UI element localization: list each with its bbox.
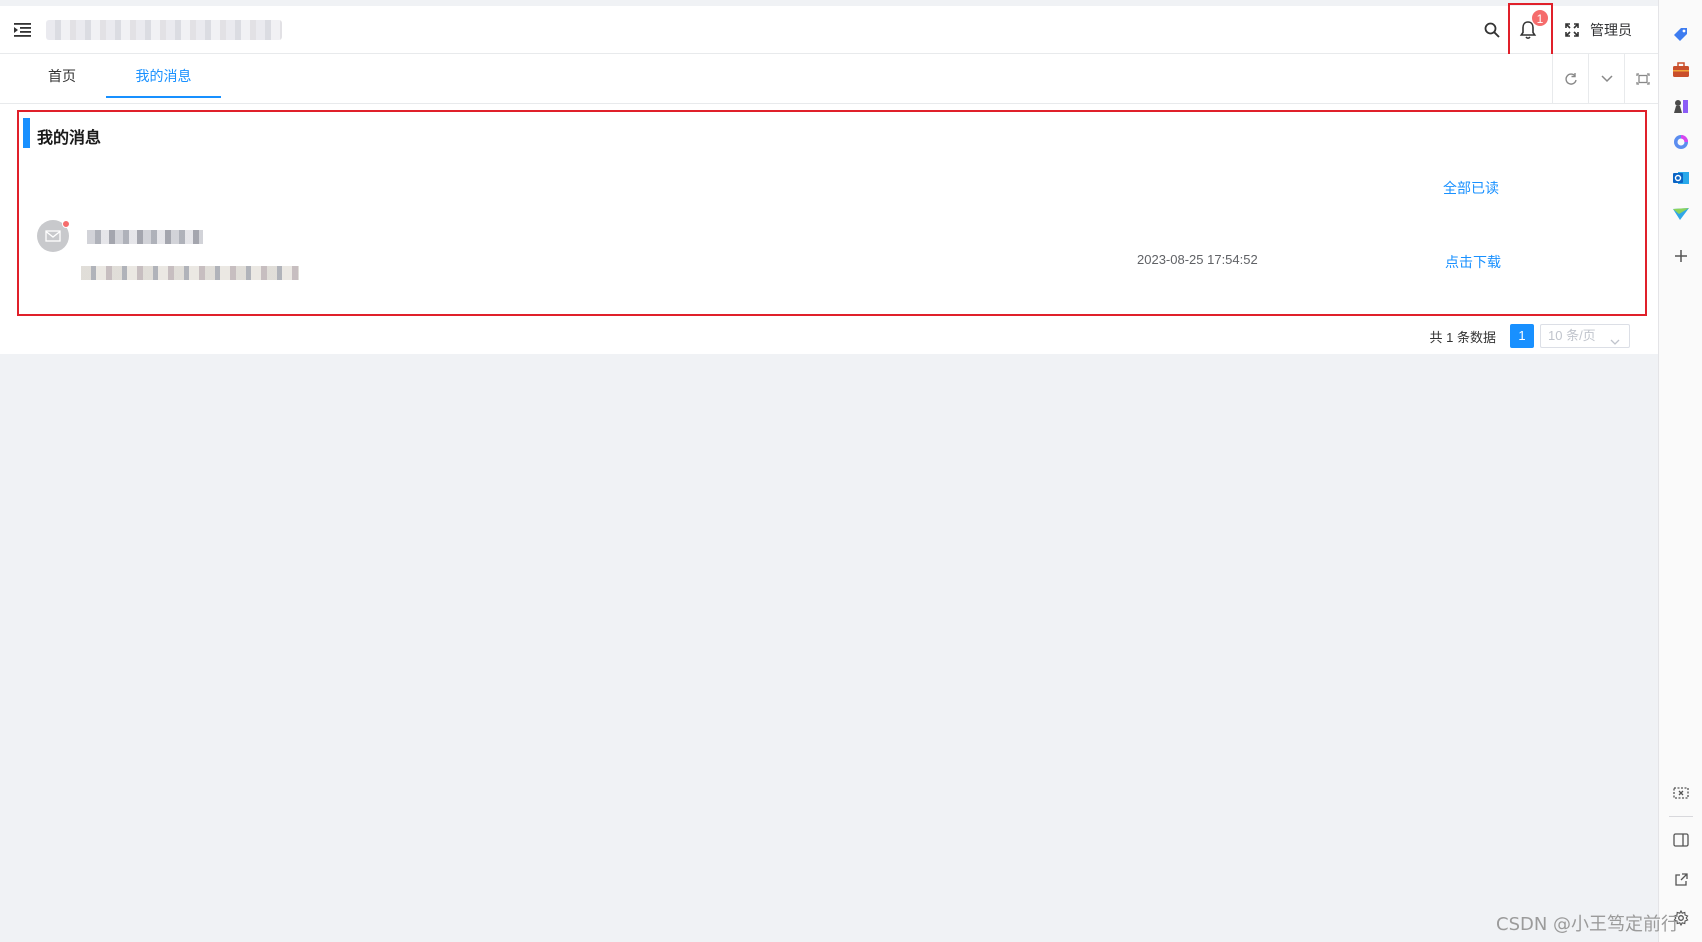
app-window: 1 管理员 首页 我的消息 我的消息 全部已读 2023-08-25 17:54… <box>0 0 1658 942</box>
main-content: 我的消息 全部已读 2023-08-25 17:54:52 点击下载 共 1 条… <box>0 104 1658 354</box>
tags-view-bar: 首页 我的消息 <box>0 54 1658 104</box>
breadcrumb-redacted <box>46 20 282 40</box>
refresh-tab-icon[interactable] <box>1552 54 1588 104</box>
page-title: 我的消息 <box>37 130 102 147</box>
page-number-button[interactable]: 1 <box>1510 324 1534 348</box>
message-timestamp: 2023-08-25 17:54:52 <box>1137 252 1258 267</box>
hamburger-icon[interactable] <box>14 22 32 38</box>
send-icon[interactable] <box>1671 204 1691 224</box>
user-menu[interactable]: 管理员 <box>1590 20 1632 40</box>
briefcase-icon[interactable] <box>1671 60 1691 80</box>
message-title-redacted <box>87 230 203 244</box>
split-view-icon[interactable] <box>1671 830 1691 850</box>
messages-panel: 我的消息 全部已读 2023-08-25 17:54:52 点击下载 <box>17 110 1647 316</box>
outlook-icon[interactable] <box>1671 168 1691 188</box>
tag-icon[interactable] <box>1671 24 1691 44</box>
tab-home[interactable]: 首页 <box>34 54 90 98</box>
fullscreen-icon[interactable] <box>1560 18 1584 42</box>
screenshot-icon[interactable] <box>1671 784 1691 804</box>
external-link-icon[interactable] <box>1671 870 1691 890</box>
chess-icon[interactable] <box>1671 96 1691 116</box>
top-navbar: 1 管理员 <box>0 3 1658 56</box>
mark-all-read-link[interactable]: 全部已读 <box>1443 178 1499 198</box>
unread-dot <box>62 220 70 228</box>
browser-sidebar <box>1658 0 1702 942</box>
maximize-tab-icon[interactable] <box>1624 54 1660 104</box>
total-count: 共 1 条数据 <box>1429 329 1496 345</box>
watermark-text: CSDN @小王笃定前行 <box>1496 914 1680 935</box>
plus-icon[interactable] <box>1671 246 1691 266</box>
pagination: 共 1 条数据 1 10 条/页 <box>1430 324 1630 348</box>
search-icon[interactable] <box>1480 18 1504 42</box>
notification-badge: 1 <box>1531 9 1549 27</box>
page-size-value: 10 条/页 <box>1548 328 1596 343</box>
tab-my-messages[interactable]: 我的消息 <box>106 54 221 98</box>
sidebar-divider <box>1669 816 1693 817</box>
page-size-select[interactable]: 10 条/页 <box>1540 324 1630 348</box>
chevron-down-icon <box>1610 331 1620 353</box>
message-body-redacted <box>81 266 299 280</box>
notification-bell-button[interactable]: 1 <box>1508 3 1553 56</box>
title-accent-bar <box>23 118 30 148</box>
copilot-icon[interactable] <box>1671 132 1691 152</box>
download-link[interactable]: 点击下载 <box>1445 252 1501 272</box>
chevron-down-icon[interactable] <box>1588 54 1624 104</box>
